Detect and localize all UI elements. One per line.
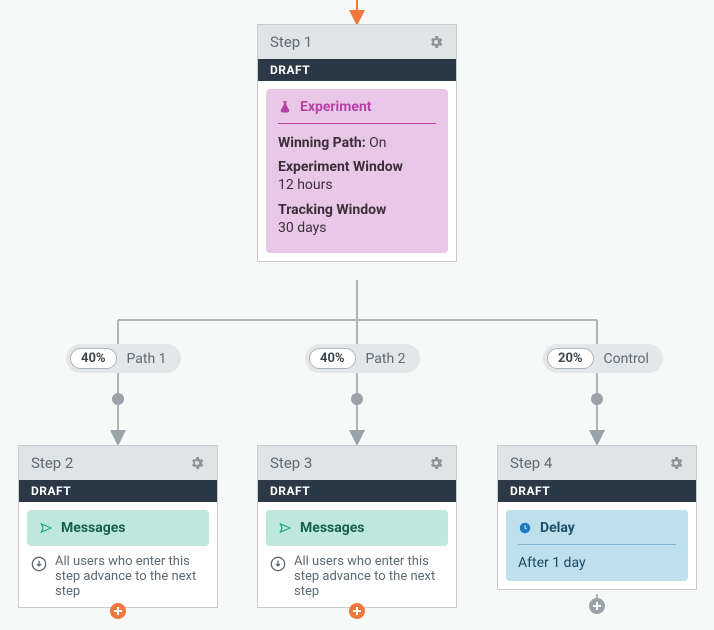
step-title: Step 1: [270, 33, 312, 51]
paper-plane-icon: [278, 521, 292, 535]
path-2-percent: 40%: [309, 348, 356, 369]
step-card-4[interactable]: Step 4 DRAFT Delay After 1 day: [497, 445, 697, 590]
messages-section[interactable]: Messages: [266, 510, 448, 546]
step-title: Step 4: [510, 454, 552, 472]
path-2-label: Path 2: [366, 351, 406, 367]
path-1-label: Path 1: [127, 351, 167, 367]
path-1-percent: 40%: [70, 348, 117, 369]
step-card-header: Step 3: [258, 446, 456, 480]
step-card-header: Step 2: [19, 446, 217, 480]
step-card-header: Step 4: [498, 446, 696, 480]
delay-section[interactable]: Delay After 1 day: [506, 510, 688, 581]
flask-icon: [278, 100, 292, 114]
winning-path-row: Winning Path: On: [278, 134, 436, 152]
gear-icon[interactable]: [428, 34, 444, 50]
status-badge: DRAFT: [258, 59, 456, 81]
add-step-button[interactable]: [349, 603, 365, 619]
advance-text: All users who enter this step advance to…: [55, 554, 205, 599]
step-card-3[interactable]: Step 3 DRAFT Messages All users who ente…: [257, 445, 457, 608]
experiment-window-row: Experiment Window 12 hours: [278, 158, 436, 194]
step-title: Step 2: [31, 454, 73, 472]
arrow-down-icon: [31, 556, 47, 572]
messages-label: Messages: [300, 520, 364, 536]
step-card-header: Step 1: [258, 25, 456, 59]
experiment-section[interactable]: Experiment Winning Path: On Experiment W…: [266, 89, 448, 253]
experiment-label: Experiment: [300, 99, 372, 115]
messages-label: Messages: [61, 520, 125, 536]
clock-icon: [518, 521, 532, 535]
step-card-1[interactable]: Step 1 DRAFT Experiment Winning Path: On…: [257, 24, 457, 262]
add-step-button[interactable]: [589, 598, 605, 614]
status-badge: DRAFT: [498, 480, 696, 502]
delay-label: Delay: [540, 520, 575, 536]
path-pill-2[interactable]: 40% Path 2: [305, 344, 420, 373]
experiment-title-row: Experiment: [278, 99, 436, 124]
path-pill-control[interactable]: 20% Control: [543, 344, 663, 373]
advance-text-row: All users who enter this step advance to…: [266, 546, 448, 599]
paper-plane-icon: [39, 521, 53, 535]
connector-node: [112, 393, 124, 405]
status-badge: DRAFT: [19, 480, 217, 502]
status-badge: DRAFT: [258, 480, 456, 502]
tracking-window-row: Tracking Window 30 days: [278, 201, 436, 237]
gear-icon[interactable]: [428, 455, 444, 471]
path-control-percent: 20%: [547, 348, 594, 369]
gear-icon[interactable]: [668, 455, 684, 471]
delay-title-row: Delay: [518, 520, 676, 545]
delay-text: After 1 day: [518, 555, 676, 571]
connector-node: [351, 393, 363, 405]
path-control-label: Control: [604, 351, 649, 367]
messages-section[interactable]: Messages: [27, 510, 209, 546]
step-title: Step 3: [270, 454, 312, 472]
path-pill-1[interactable]: 40% Path 1: [66, 344, 181, 373]
arrow-down-icon: [270, 556, 286, 572]
gear-icon[interactable]: [189, 455, 205, 471]
advance-text-row: All users who enter this step advance to…: [27, 546, 209, 599]
step-card-2[interactable]: Step 2 DRAFT Messages All users who ente…: [18, 445, 218, 608]
add-step-button[interactable]: [110, 603, 126, 619]
connector-node: [591, 393, 603, 405]
advance-text: All users who enter this step advance to…: [294, 554, 444, 599]
